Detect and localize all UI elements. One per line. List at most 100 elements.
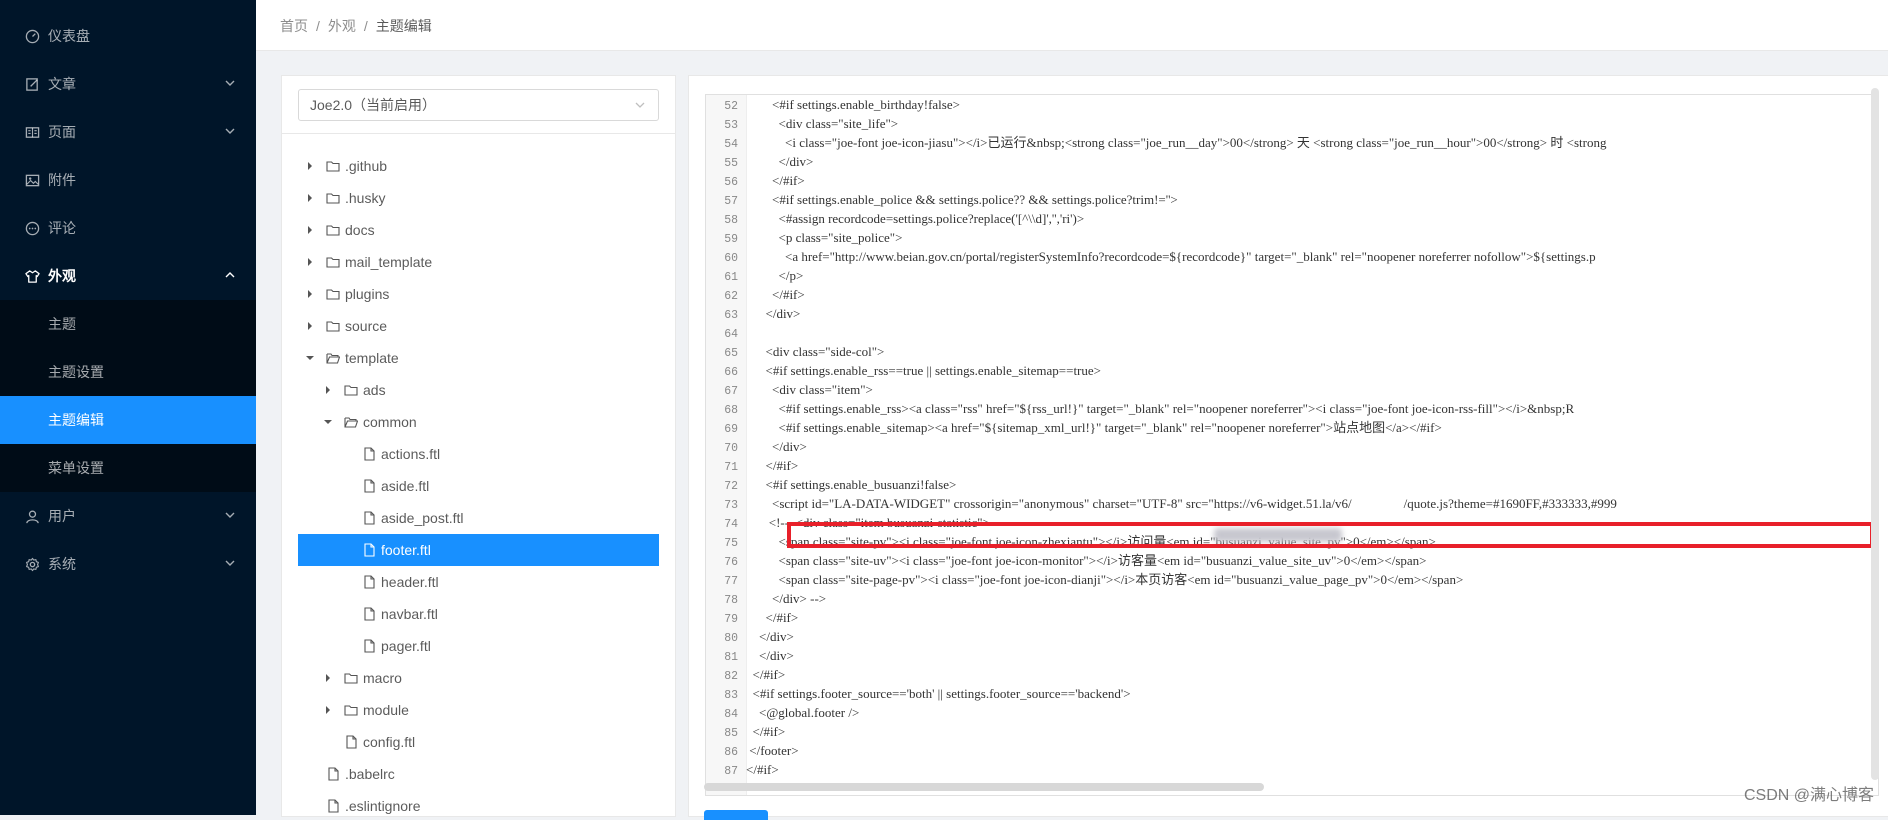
tree-node[interactable]: aside_post.ftl — [298, 502, 659, 534]
code-line: 55 </div> — [706, 152, 1878, 171]
line-text: <script id="LA-DATA-WIDGET" crossorigin=… — [746, 496, 1617, 511]
setting-icon — [24, 556, 40, 572]
tree-node-label: pager.ftl — [381, 638, 431, 654]
line-text: </div> — [746, 629, 794, 644]
nav-appearance[interactable]: 外观 — [0, 252, 256, 300]
file-icon — [326, 799, 340, 813]
code-line: 79 </#if> — [706, 608, 1878, 627]
tree-node[interactable]: actions.ftl — [298, 438, 659, 470]
line-text: <#if settings.enable_rss><a class="rss" … — [746, 401, 1575, 416]
tree-node[interactable]: common — [298, 406, 659, 438]
caret-right-icon[interactable] — [298, 314, 322, 338]
tree-node[interactable]: docs — [298, 214, 659, 246]
line-text: <span class="site-page-pv"><i class="joe… — [746, 572, 1464, 587]
tree-node[interactable]: source — [298, 310, 659, 342]
code-line: 70 </div> — [706, 437, 1878, 456]
tree-node[interactable]: mail_template — [298, 246, 659, 278]
tree-node[interactable]: .babelrc — [298, 758, 659, 790]
tree-node[interactable]: navbar.ftl — [298, 598, 659, 630]
divider — [282, 133, 675, 134]
theme-select[interactable]: Joe2.0（当前启用） — [298, 89, 659, 121]
breadcrumb-current: 主题编辑 — [375, 18, 432, 34]
nav-label: 系统 — [48, 556, 76, 572]
folder-icon — [326, 223, 340, 237]
sub-theme-settings[interactable]: 主题设置 — [0, 348, 256, 396]
watermark: CSDN @满心博客 — [1743, 787, 1874, 804]
file-icon — [362, 543, 376, 557]
line-text: <a href="http://www.beian.gov.cn/portal/… — [746, 249, 1596, 264]
tree-node-label: mail_template — [345, 254, 433, 270]
sub-themes[interactable]: 主题 — [0, 300, 256, 348]
tree-node[interactable]: .eslintignore — [298, 790, 659, 816]
nav-pages[interactable]: 页面 — [0, 108, 256, 156]
code-line: 83 <#if settings.footer_source=='both' |… — [706, 684, 1878, 703]
nav-posts[interactable]: 文章 — [0, 60, 256, 108]
caret-right-icon[interactable] — [316, 698, 340, 722]
line-text: <#if settings.enable_police && settings.… — [746, 192, 1178, 207]
tree-node[interactable]: template — [298, 342, 659, 374]
caret-right-icon[interactable] — [298, 186, 322, 210]
code-line: 81 </div> — [706, 646, 1878, 665]
tree-node[interactable]: footer.ftl — [298, 534, 659, 566]
appearance-submenu: 主题 主题设置 主题编辑 菜单设置 — [0, 300, 256, 492]
tree-node-label: common — [363, 414, 417, 430]
nav-users[interactable]: 用户 — [0, 492, 256, 540]
tree-node[interactable]: header.ftl — [298, 566, 659, 598]
caret-down-icon[interactable] — [316, 410, 340, 434]
caret-right-icon[interactable] — [298, 250, 322, 274]
sub-theme-edit[interactable]: 主题编辑 — [0, 396, 256, 444]
tree-node[interactable]: ads — [298, 374, 659, 406]
caret-right-icon[interactable] — [316, 378, 340, 402]
line-text: </footer> — [746, 743, 799, 758]
file-icon — [344, 735, 358, 749]
file-tree-card: Joe2.0（当前启用） .github .husky docs mail_templ… — [281, 75, 676, 817]
line-text: <!-- <div class="item busuanzi-statistic… — [746, 515, 990, 530]
code-editor[interactable]: 52 <#if settings.enable_birthday!false> 5… — [705, 94, 1879, 796]
tree-node[interactable]: module — [298, 694, 659, 726]
tree-node-label: source — [345, 318, 388, 334]
file-icon — [362, 575, 376, 589]
nav-dashboard[interactable]: 仪表盘 — [0, 12, 256, 60]
line-text: </div> — [746, 648, 794, 663]
tree-node[interactable]: pager.ftl — [298, 630, 659, 662]
line-text: </div> — [746, 439, 807, 454]
caret-right-icon[interactable] — [298, 218, 322, 242]
code-line: 72 <#if settings.enable_busuanzi!false> — [706, 475, 1878, 494]
code-lines: 52 <#if settings.enable_birthday!false> 5… — [706, 95, 1878, 779]
caret-right-icon[interactable] — [298, 282, 322, 306]
folder-icon — [326, 255, 340, 269]
tree-node[interactable]: .husky — [298, 182, 659, 214]
line-text: <p class="site_police"> — [746, 230, 903, 245]
tree-node[interactable]: macro — [298, 662, 659, 694]
nav-system[interactable]: 系统 — [0, 540, 256, 588]
breadcrumb-appearance[interactable]: 外观 — [328, 18, 356, 34]
save-button[interactable] — [704, 810, 768, 820]
tree-node[interactable]: .github — [298, 150, 659, 182]
tree-node[interactable]: config.ftl — [298, 726, 659, 758]
tree-node[interactable]: aside.ftl — [298, 470, 659, 502]
code-line: 68 <#if settings.enable_rss><a class="rs… — [706, 399, 1878, 418]
breadcrumb-home[interactable]: 首页 — [280, 18, 308, 34]
nav-attachments[interactable]: 附件 — [0, 156, 256, 204]
sub-menu-settings[interactable]: 菜单设置 — [0, 444, 256, 492]
nav-comments[interactable]: 评论 — [0, 204, 256, 252]
line-text: <@global.footer /> — [746, 705, 860, 720]
code-line: 57 <#if settings.enable_police && settin… — [706, 190, 1878, 209]
line-text: </#if> — [746, 762, 779, 777]
vertical-scrollbar[interactable] — [1871, 88, 1879, 780]
horizontal-scrollbar[interactable] — [704, 783, 1264, 791]
caret-right-icon[interactable] — [298, 154, 322, 178]
caret-right-icon[interactable] — [316, 666, 340, 690]
code-line: 71 </#if> — [706, 456, 1878, 475]
tree-node[interactable]: plugins — [298, 278, 659, 310]
caret-down-icon[interactable] — [298, 346, 322, 370]
code-line: 85 </#if> — [706, 722, 1878, 741]
line-text: <#if settings.enable_rss==true || settin… — [746, 363, 1101, 378]
chevron-up-icon — [225, 272, 235, 278]
tree-node-label: footer.ftl — [381, 542, 431, 558]
line-text: <div class="side-col"> — [746, 344, 885, 359]
code-line: 66 <#if settings.enable_rss==true || set… — [706, 361, 1878, 380]
